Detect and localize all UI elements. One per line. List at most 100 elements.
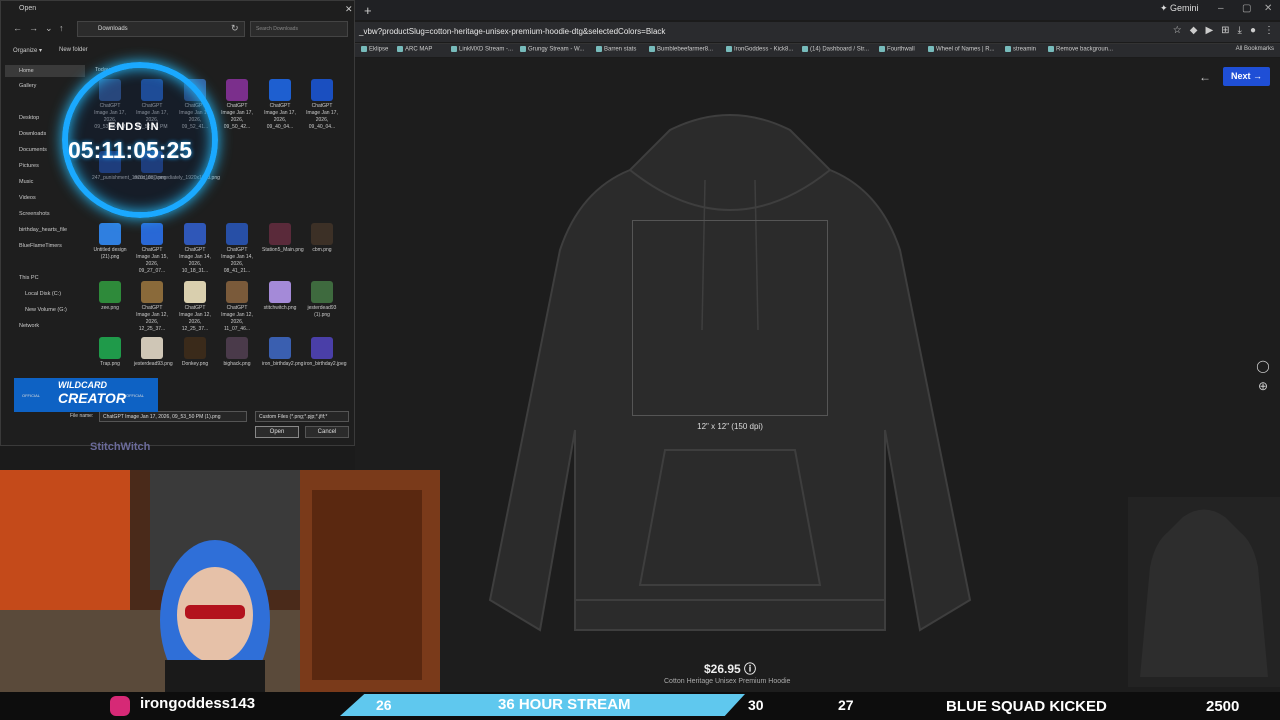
- bookmark-item[interactable]: Wheel of Names | R...: [928, 46, 995, 53]
- nav-videos[interactable]: Videos: [19, 195, 36, 201]
- nav-birthday-folder[interactable]: birthday_hearts_file: [19, 227, 67, 233]
- nav-gallery[interactable]: Gallery: [19, 83, 36, 89]
- file-item[interactable]: ChatGPT Image Jan 12, 2026, 12_25_37...: [134, 281, 170, 333]
- bookmarks-bar: Eklipse ARC MAP LinkMXD Stream -... Grun…: [355, 43, 1280, 57]
- bookmark-item[interactable]: Grungy Stream - W...: [520, 46, 584, 53]
- download-icon[interactable]: ⤓: [1238, 25, 1242, 36]
- badge-official-text: OFFICIAL: [22, 393, 41, 398]
- nav-network[interactable]: Network: [19, 323, 39, 329]
- circle-icon[interactable]: ◯: [1256, 356, 1270, 376]
- event-text: BLUE SQUAD KICKED: [946, 698, 1107, 715]
- maximize-icon[interactable]: ▢: [1242, 3, 1251, 14]
- nav-this-pc[interactable]: This PC: [19, 275, 39, 281]
- search-input[interactable]: Search Downloads: [250, 21, 348, 37]
- file-item[interactable]: ChatGPT Image Jan 15, 2026, 09_27_07...: [134, 223, 170, 275]
- nav-screenshots[interactable]: Screenshots: [19, 211, 50, 217]
- file-item[interactable]: Donkey.png: [177, 337, 213, 368]
- file-item[interactable]: Station5_Main.png: [262, 223, 304, 254]
- zoom-in-icon[interactable]: ⊕: [1256, 376, 1270, 396]
- back-arrow-icon[interactable]: ←: [1199, 70, 1211, 84]
- next-button[interactable]: Next →: [1223, 67, 1270, 86]
- nav-downloads[interactable]: Downloads: [19, 131, 46, 137]
- bookmark-item[interactable]: Eklipse: [361, 46, 388, 53]
- bookmark-item[interactable]: streamin: [1005, 46, 1036, 53]
- timer-caption: ENDS IN: [108, 121, 160, 133]
- file-item[interactable]: ChatGPT Image Jan 17, 2026, 09_50_42...: [219, 79, 255, 131]
- file-item[interactable]: ChatGPT Image Jan 12, 2026, 11_07_46...: [219, 281, 255, 333]
- nav-home[interactable]: Home: [5, 65, 85, 77]
- menu-icon[interactable]: ⋮: [1264, 25, 1274, 36]
- file-item[interactable]: ChatGPT Image Jan 12, 2026, 12_25_37...: [177, 281, 213, 333]
- nav-new-volume[interactable]: New Volume (G:): [25, 307, 67, 313]
- close-window-icon[interactable]: ✕: [1264, 3, 1272, 14]
- profile-icon[interactable]: ●: [1250, 25, 1256, 36]
- file-item[interactable]: bighack.png: [219, 337, 255, 368]
- filename-input[interactable]: ChatGPT Image Jan 17, 2026, 09_53_50 PM …: [99, 411, 247, 422]
- bookmark-item[interactable]: Fourthwall: [879, 46, 915, 53]
- file-item[interactable]: jesterdead93.png: [134, 337, 173, 368]
- all-bookmarks[interactable]: All Bookmarks: [1236, 46, 1274, 52]
- product-price: $26.95 ⓘ: [704, 662, 757, 676]
- extension-icon[interactable]: ◆: [1190, 25, 1198, 36]
- file-item[interactable]: iron_birthday2.png: [262, 337, 303, 368]
- bookmark-item[interactable]: ARC MAP: [397, 46, 432, 53]
- address-bar[interactable]: _vbw?productSlug=cotton-heritage-unisex-…: [355, 22, 1280, 42]
- hoodie-thumbnail[interactable]: [1128, 497, 1280, 687]
- file-item[interactable]: iron_birthday2.jpeg: [304, 337, 347, 368]
- star-icon[interactable]: ☆: [1173, 25, 1182, 36]
- file-item[interactable]: ChatGPT Image Jan 17, 2026, 09_40_04...: [262, 79, 298, 131]
- extension-icon[interactable]: ⊞: [1221, 25, 1229, 36]
- new-folder-button[interactable]: New folder: [59, 47, 88, 53]
- bookmark-item[interactable]: Remove backgroun...: [1048, 46, 1113, 53]
- file-item[interactable]: cbm.png: [304, 223, 340, 254]
- path-breadcrumb[interactable]: Downloads: [77, 21, 245, 37]
- dialog-title: Open: [19, 5, 37, 12]
- side-tools: ◯ ⊕: [1256, 356, 1270, 396]
- print-area-box[interactable]: [632, 220, 828, 416]
- nav-documents[interactable]: Documents: [19, 147, 47, 153]
- file-item[interactable]: ChatGPT Image Jan 14, 2026, 10_18_31...: [177, 223, 213, 275]
- file-item[interactable]: zee.png: [92, 281, 128, 312]
- file-item[interactable]: ChatGPT Image Jan 17, 2026, 09_40_04...: [304, 79, 340, 131]
- up-icon[interactable]: ↑: [59, 23, 64, 33]
- print-dimensions-label: 12" x 12" (150 dpi): [690, 420, 770, 434]
- open-button[interactable]: Open: [255, 426, 299, 438]
- bookmark-item[interactable]: Barren stats: [596, 46, 636, 53]
- dialog-close-icon[interactable]: ✕: [345, 4, 353, 15]
- minimize-icon[interactable]: –: [1218, 3, 1224, 14]
- stream-title: 36 HOUR STREAM: [498, 696, 631, 713]
- badge-title: WILDCARD: [58, 380, 107, 390]
- filename-label: File name:: [70, 413, 94, 419]
- file-item[interactable]: ChatGPT Image Jan 14, 2026, 08_41_21...: [219, 223, 255, 275]
- nav-blueflame-folder[interactable]: BlueFlameTimers: [19, 243, 62, 249]
- extension-icon[interactable]: ▶: [1205, 25, 1213, 36]
- organize-button[interactable]: Organize ▾: [13, 47, 42, 54]
- bookmark-item[interactable]: LinkMXD Stream -...: [451, 46, 513, 53]
- file-type-select[interactable]: Custom Files (*.png;*.pjp;*.jfif;*: [255, 411, 349, 422]
- nav-music[interactable]: Music: [19, 179, 33, 185]
- nav-local-disk[interactable]: Local Disk (C:): [25, 291, 61, 297]
- bookmark-item[interactable]: Bumblebeefarmer8...: [649, 46, 713, 53]
- nav-pictures[interactable]: Pictures: [19, 163, 39, 169]
- refresh-icon[interactable]: ↻: [231, 23, 239, 34]
- cancel-button[interactable]: Cancel: [305, 426, 349, 438]
- counter-27: 27: [838, 697, 854, 713]
- dropdown-icon[interactable]: ⌄: [45, 23, 53, 34]
- file-item[interactable]: Trap.png: [92, 337, 128, 368]
- file-item[interactable]: Untitled design (21).png: [92, 223, 128, 261]
- webcam-scene: [0, 470, 440, 692]
- file-item[interactable]: jesterdead93 (1).png: [304, 281, 340, 319]
- file-item[interactable]: stitchwitch.png: [262, 281, 298, 312]
- bookmark-item[interactable]: (14) Dashboard / Str...: [802, 46, 869, 53]
- bookmark-item[interactable]: IronGoddess - Kick8...: [726, 46, 793, 53]
- back-icon[interactable]: ←: [13, 23, 22, 33]
- instagram-icon: [110, 696, 130, 716]
- badge-official-text: OFFICIAL: [126, 393, 145, 398]
- nav-desktop[interactable]: Desktop: [19, 115, 39, 121]
- url-text[interactable]: _vbw?productSlug=cotton-heritage-unisex-…: [359, 27, 665, 36]
- timer-value: 05:11:05:25: [68, 137, 193, 163]
- gemini-button[interactable]: ✦ Gemini: [1160, 3, 1199, 14]
- new-tab-button[interactable]: +: [364, 3, 372, 18]
- extension-toolbar: ☆ ◆ ▶ ⊞ ⤓ ● ⋮: [1173, 25, 1274, 36]
- forward-icon[interactable]: →: [29, 23, 38, 33]
